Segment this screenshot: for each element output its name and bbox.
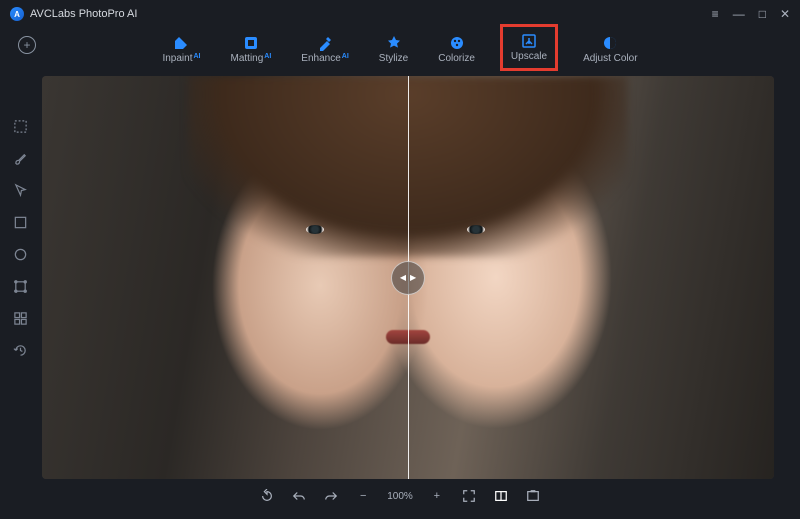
circle-icon[interactable] bbox=[12, 246, 28, 262]
redo-icon[interactable] bbox=[323, 488, 339, 504]
tool-label: Enhance bbox=[301, 53, 340, 64]
side-toolbar bbox=[6, 118, 34, 358]
tool-enhance[interactable]: EnhanceAI bbox=[301, 35, 348, 64]
minimize-button[interactable]: — bbox=[733, 7, 745, 21]
zoom-in-button[interactable]: + bbox=[429, 488, 445, 504]
tool-label: Stylize bbox=[379, 53, 408, 64]
tool-inpaint[interactable]: InpaintAI bbox=[162, 35, 200, 64]
tool-label: Colorize bbox=[438, 53, 475, 64]
eye-right bbox=[467, 225, 485, 234]
close-button[interactable]: ✕ bbox=[780, 7, 790, 21]
ai-badge: AI bbox=[194, 53, 201, 60]
pointer-icon[interactable] bbox=[12, 182, 28, 198]
rectangle-icon[interactable] bbox=[12, 214, 28, 230]
history-icon[interactable] bbox=[12, 342, 28, 358]
stylize-icon bbox=[386, 35, 402, 51]
main-toolbar: InpaintAI MattingAI EnhanceAI Stylize Co… bbox=[0, 28, 800, 70]
ai-badge: AI bbox=[342, 53, 349, 60]
adjust-color-icon bbox=[602, 35, 618, 51]
export-icon[interactable] bbox=[525, 488, 541, 504]
fit-icon[interactable] bbox=[461, 488, 477, 504]
tool-stylize[interactable]: Stylize bbox=[379, 35, 408, 64]
inpaint-icon bbox=[173, 35, 189, 51]
compare-slider-handle[interactable] bbox=[391, 261, 425, 295]
colorize-icon bbox=[449, 35, 465, 51]
crop-icon[interactable] bbox=[12, 278, 28, 294]
add-image-button[interactable]: + bbox=[18, 36, 36, 54]
enhance-icon bbox=[317, 35, 333, 51]
tool-colorize[interactable]: Colorize bbox=[438, 35, 475, 64]
reset-icon[interactable] bbox=[259, 488, 275, 504]
upscale-icon bbox=[521, 33, 537, 49]
tool-label: Upscale bbox=[511, 51, 547, 62]
image-canvas[interactable] bbox=[42, 76, 774, 479]
menu-button[interactable]: ≡ bbox=[712, 7, 719, 21]
brush-icon[interactable] bbox=[12, 150, 28, 166]
matting-icon bbox=[243, 35, 259, 51]
app-logo: A bbox=[10, 7, 24, 21]
tool-upscale[interactable]: Upscale bbox=[505, 29, 553, 66]
tool-matting[interactable]: MattingAI bbox=[231, 35, 272, 64]
grid-icon[interactable] bbox=[12, 310, 28, 326]
tool-label: Inpaint bbox=[162, 53, 192, 64]
bottom-toolbar: − 100% + bbox=[0, 483, 800, 509]
undo-icon[interactable] bbox=[291, 488, 307, 504]
zoom-out-button[interactable]: − bbox=[355, 488, 371, 504]
maximize-button[interactable]: □ bbox=[759, 7, 766, 21]
app-title: AVCLabs PhotoPro AI bbox=[30, 8, 137, 20]
eye-left bbox=[306, 225, 324, 234]
select-rect-icon[interactable] bbox=[12, 118, 28, 134]
tool-label: Matting bbox=[231, 53, 264, 64]
zoom-level: 100% bbox=[387, 491, 413, 502]
tool-adjust-color[interactable]: Adjust Color bbox=[583, 35, 637, 64]
compare-icon[interactable] bbox=[493, 488, 509, 504]
ai-badge: AI bbox=[264, 53, 271, 60]
tool-label: Adjust Color bbox=[583, 53, 637, 64]
